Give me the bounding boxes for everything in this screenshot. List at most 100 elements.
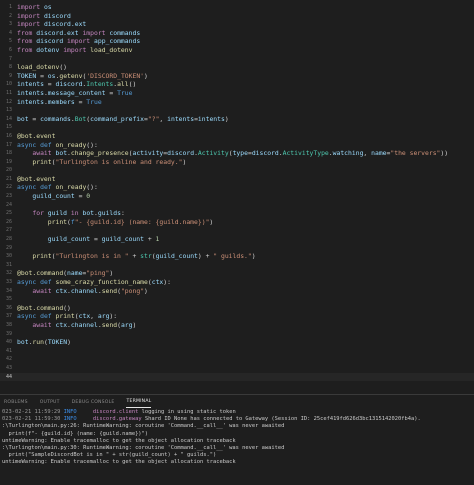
code-token: "- {guild.id} (name: {guild.name})" [74, 217, 210, 226]
code-line[interactable]: 40 bot.run(TOKEN) [0, 338, 474, 347]
terminal-line: 023-02-21 11:59:30 INFO discord.gateway … [2, 416, 474, 423]
code-line[interactable]: 28 guild_count = guild_count + 1 [0, 235, 474, 244]
code-token: guild_count [101, 235, 144, 244]
terminal-lvl: INFO [63, 409, 77, 415]
code-line[interactable]: 6 from dotenv import load_dotenv [0, 46, 474, 55]
code-token: , [363, 149, 372, 158]
code-line[interactable]: 12 intents.members = True [0, 98, 474, 107]
code-line[interactable]: 44 [0, 372, 474, 382]
code-line[interactable]: 24 [0, 201, 474, 210]
code-line[interactable]: 21 @bot.event [0, 175, 474, 184]
code-token: " guilds." [213, 252, 252, 261]
code-line[interactable]: 10 intents = discord.Intents.all() [0, 80, 474, 89]
code-token: async [17, 278, 37, 286]
code-token: "Turlington is online and ready." [55, 157, 183, 166]
code-line[interactable]: 1 import os [0, 3, 474, 12]
code-line[interactable]: 22 async def on_ready(): [0, 183, 474, 192]
terminal-line: print("SampleDiscordBot is in " + str(gu… [2, 452, 474, 459]
code-token: True [117, 88, 133, 97]
code-line[interactable]: 20 [0, 166, 474, 175]
code-token: on_ready [55, 183, 87, 192]
code-token: ActivityType [282, 149, 329, 158]
code-line[interactable]: 38 await ctx.channel.send(arg) [0, 321, 474, 330]
code-line[interactable]: 42 [0, 355, 474, 364]
code-line[interactable]: 37 async def print(ctx, arg): [0, 312, 474, 321]
code-token: "?" [147, 114, 160, 123]
code-line[interactable]: 26 print(f"- {guild.id} (name: {guild.na… [0, 218, 474, 227]
tab-debug-console[interactable]: DEBUG CONSOLE [72, 397, 115, 408]
code-token: send [101, 320, 118, 329]
code-token: message_content [47, 88, 106, 97]
code-token: guild_count [32, 192, 75, 201]
code-line[interactable]: 29 [0, 244, 474, 253]
code-line[interactable]: 15 [0, 123, 474, 132]
code-line[interactable]: 32 @bot.command(name="ping") [0, 269, 474, 278]
line-number: 5 [8, 38, 12, 45]
code-token: ) [144, 286, 148, 295]
code-token: ) [251, 252, 256, 261]
code-token: TOKEN [17, 71, 37, 80]
code-token: guilds [97, 209, 121, 218]
code-token: def [40, 183, 52, 192]
code-line[interactable]: 18 await bot.change_presence(activity=di… [0, 149, 474, 158]
code-token: intents [17, 97, 44, 106]
code-line[interactable]: 30 print("Turlington is in " + str(guild… [0, 252, 474, 261]
code-token: def [40, 140, 52, 149]
code-line[interactable]: 25 for guild in bot.guilds: [0, 209, 474, 218]
tab-roblems[interactable]: ROBLEMS [4, 397, 28, 408]
code-line[interactable]: 9 TOKEN = os.getenv('DISCORD_TOKEN') [0, 72, 474, 81]
terminal-line: print(f"- {guild.id} (name: {guild.name}… [2, 431, 474, 438]
tab-output[interactable]: OUTPUT [40, 397, 60, 408]
code-line[interactable]: 5 from discord import app_commands [0, 37, 474, 46]
code-token: Intents [86, 80, 114, 89]
code-token: (): [86, 183, 98, 192]
line-number: 35 [5, 296, 12, 303]
code-token: bot [17, 338, 29, 347]
code-line[interactable]: 36 @bot.command() [0, 304, 474, 313]
code-line[interactable]: 23 guild_count = 0 [0, 192, 474, 201]
terminal-line: :\Turlington\main.py:30: RuntimeWarning:… [2, 445, 474, 452]
code-line[interactable]: 19 print("Turlington is online and ready… [0, 158, 474, 167]
code-editor[interactable]: 1 import os 2 import discord 3 import discord… [0, 0, 474, 394]
tab-terminal[interactable]: TERMINAL [126, 396, 152, 408]
code-line[interactable]: 39 [0, 330, 474, 339]
code-token: intents [17, 80, 44, 89]
line-number: 17 [5, 141, 12, 148]
code-token: @bot.event [17, 174, 56, 183]
code-line[interactable]: 41 [0, 347, 474, 356]
code-line[interactable]: 14 bot = commands.Bot(command_prefix="?",… [0, 115, 474, 124]
code-line[interactable]: 27 [0, 226, 474, 235]
code-line[interactable]: 11 intents.message_content = True [0, 89, 474, 98]
line-number: 36 [5, 304, 12, 311]
code-token: discord [251, 149, 279, 158]
code-line[interactable]: 31 [0, 261, 474, 270]
code-line[interactable]: 3 import discord.ext [0, 20, 474, 29]
code-line[interactable]: 43 [0, 364, 474, 373]
terminal-output[interactable]: 023-02-21 11:59:29 INFO discord.client l… [0, 409, 474, 467]
line-number: 8 [8, 64, 12, 71]
code-line[interactable]: 4 from discord.ext import commands [0, 29, 474, 38]
code-line[interactable]: 34 await ctx.channel.send("pong") [0, 287, 474, 296]
code-line[interactable]: 2 import discord [0, 12, 474, 21]
code-line[interactable]: 8 load_dotenv() [0, 63, 474, 72]
code-token: + [143, 235, 156, 244]
code-token: "the servers" [390, 149, 441, 158]
code-line[interactable]: 13 [0, 106, 474, 115]
code-line[interactable]: 35 [0, 295, 474, 304]
code-token: def [40, 278, 52, 286]
code-token: type [232, 149, 248, 158]
code-token: = [105, 88, 118, 97]
code-token: ctx [151, 278, 164, 286]
code-line[interactable]: 7 [0, 55, 474, 64]
code-line[interactable]: 16 @bot.event [0, 132, 474, 141]
code-token: async [17, 312, 37, 321]
code-line[interactable]: 33 async def some_crazy_function_name(ctx… [0, 278, 474, 287]
code-token: for [32, 209, 44, 218]
code-line[interactable]: 17 async def on_ready(): [0, 141, 474, 150]
code-token: import [17, 3, 41, 11]
code-token: @bot.command [17, 303, 64, 312]
code-token: async [17, 183, 37, 192]
